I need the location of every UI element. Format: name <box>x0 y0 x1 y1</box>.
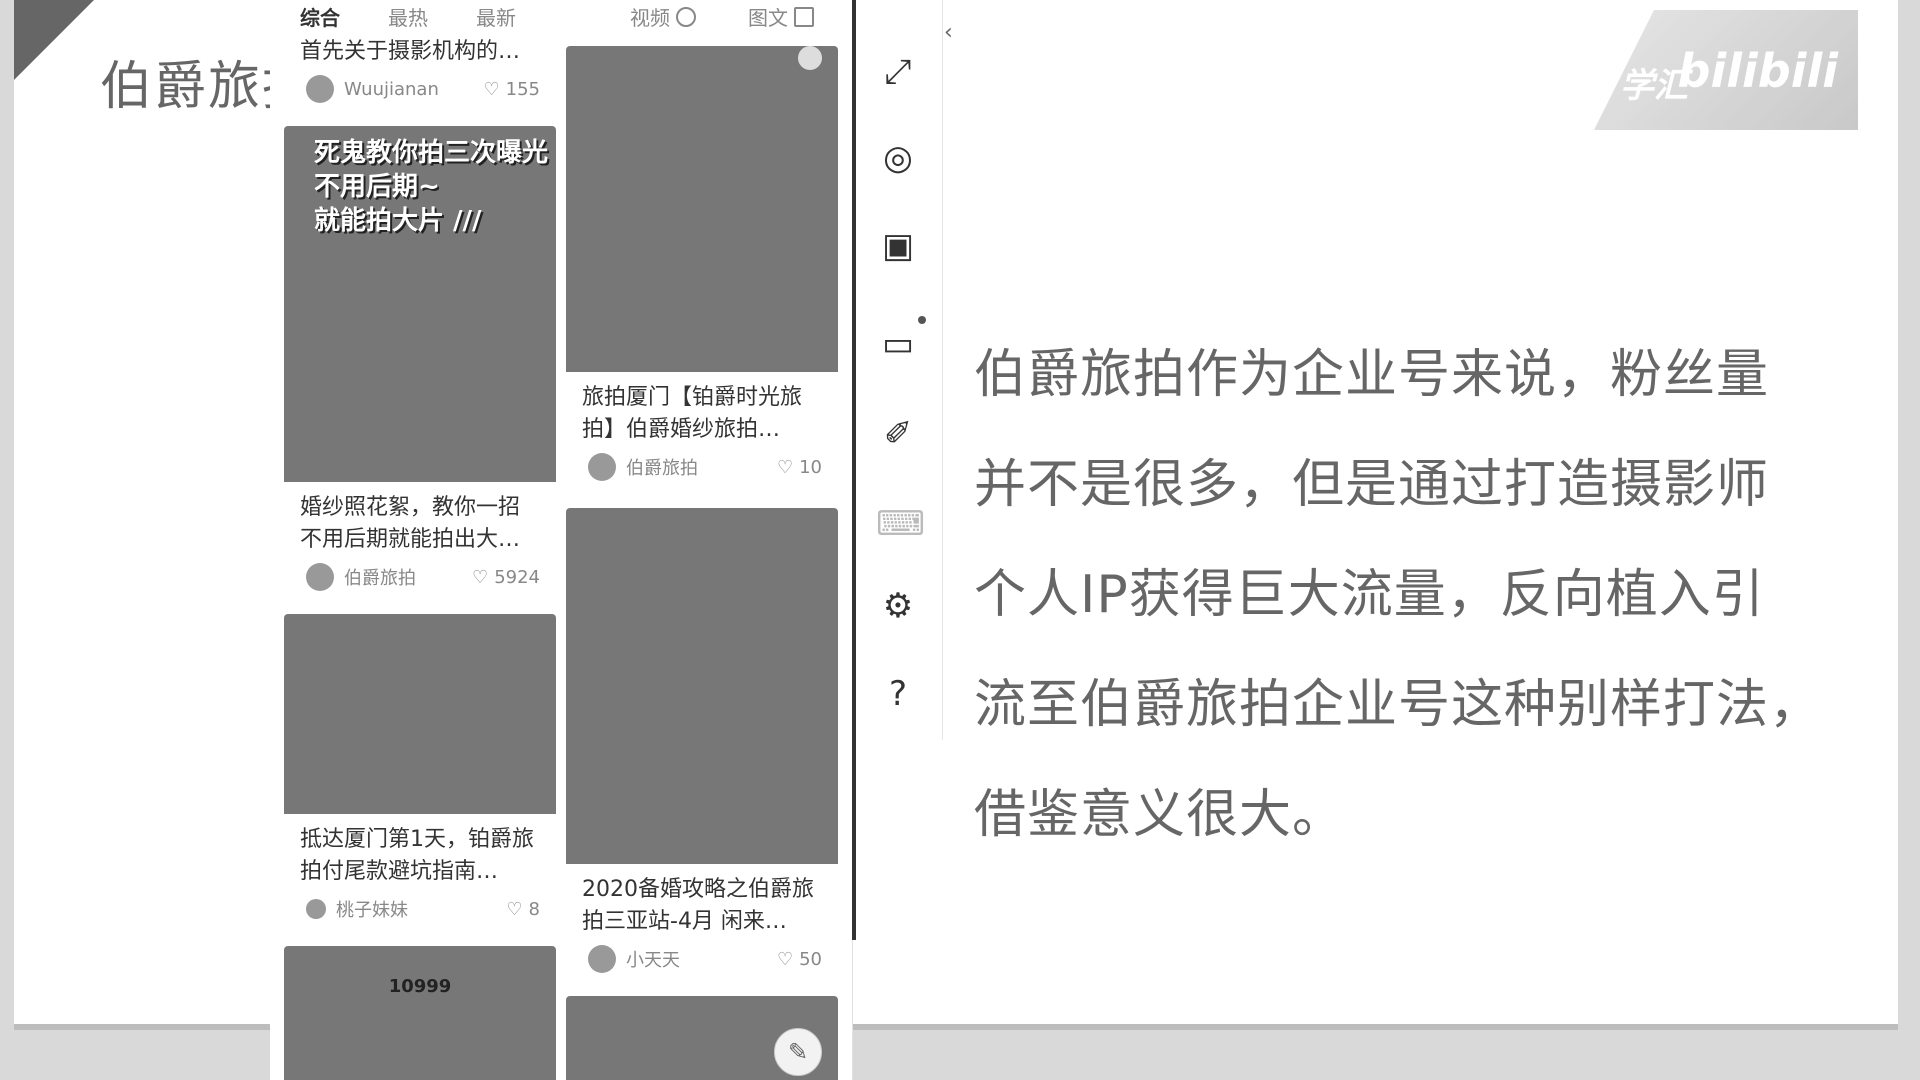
card-likes: 10 <box>799 456 822 478</box>
card-thumbnail <box>566 46 838 372</box>
bilibili-watermark: 学汇 bilibili <box>1594 10 1858 130</box>
overlay-line: 不用后期~ <box>314 172 440 202</box>
heart-icon: ♡ <box>776 948 794 970</box>
play-icon <box>676 7 696 27</box>
brush-icon[interactable]: ✐ <box>876 412 920 456</box>
heart-icon: ♡ <box>506 898 523 920</box>
card-likes: 155 <box>505 78 540 100</box>
card-likes: 50 <box>799 948 822 970</box>
avatar <box>306 899 326 919</box>
card-meta: 伯爵旅拍 ♡ 10 <box>588 452 822 482</box>
search-result-feed[interactable]: 综合 最热 最新 视频 图文 首先关于摄影机构的… Wuujianan ♡ 15… <box>270 0 853 1080</box>
side-toolbar: ⤢ ◎ ▣ ▭ ✐ ⌨ ⚙ ? <box>856 0 943 740</box>
feed-card[interactable]: 抵达厦门第1天，铂爵旅拍付尾款避坑指南… 桃子妹妹 ♡ 8 <box>284 614 556 924</box>
card-title: 抵达厦门第1天，铂爵旅拍付尾款避坑指南… <box>300 827 534 884</box>
feed-card[interactable]: 10999 <box>284 946 556 1080</box>
card-author: 桃子妹妹 <box>336 900 408 921</box>
card-author: 伯爵旅拍 <box>344 568 416 589</box>
card-thumbnail: 10999 <box>284 946 556 1080</box>
body-line: 伯爵旅拍作为企业号来说，粉丝量 <box>974 345 1770 405</box>
feed-card[interactable]: 首先关于摄影机构的… Wuujianan ♡ 155 <box>284 34 556 104</box>
heart-icon: ♡ <box>472 566 489 588</box>
avatar <box>588 453 616 481</box>
avatar <box>588 945 616 973</box>
overlay-line: 就能拍大片 /// <box>314 206 482 236</box>
collapse-arrow-icon[interactable]: ‹ <box>944 20 953 45</box>
card-thumbnail: 死鬼教你拍三次曝光 不用后期~ 就能拍大片 /// <box>284 126 556 482</box>
corner-decoration <box>14 0 94 80</box>
tab-newest[interactable]: 最新 <box>476 2 516 31</box>
tab-hottest[interactable]: 最热 <box>388 2 428 31</box>
thumbnail-overlay: 死鬼教你拍三次曝光 不用后期~ 就能拍大片 /// <box>314 136 548 238</box>
table-number: 10999 <box>388 976 452 997</box>
card-title: 婚纱照花絮，教你一招不用后期就能拍出大… <box>300 495 521 552</box>
card-title: 2020备婚攻略之伯爵旅拍三亚站-4月 闲来… <box>582 877 814 934</box>
gear-icon[interactable]: ⚙ <box>876 584 920 628</box>
avatar <box>306 563 334 591</box>
feed-tabs: 综合 最热 最新 视频 图文 <box>270 0 852 34</box>
feed-card[interactable]: 2020备婚攻略之伯爵旅拍三亚站-4月 闲来… 小天天 ♡ 50 <box>566 508 838 974</box>
card-author: Wuujianan <box>344 78 439 100</box>
keyboard-icon[interactable]: ⌨ <box>876 502 925 546</box>
screen-share-icon[interactable]: ▭ <box>876 316 926 366</box>
tab-video[interactable]: 视频 <box>630 2 696 31</box>
body-line: 流至伯爵旅拍企业号这种别样打法， <box>974 675 1823 735</box>
help-icon[interactable]: ? <box>876 672 920 716</box>
body-line: 借鉴意义很大。 <box>974 785 1346 845</box>
watermark-text: bilibili <box>1677 44 1838 98</box>
card-title: 首先关于摄影机构的… <box>300 39 521 64</box>
feed-card[interactable]: ✎ <box>566 996 838 1080</box>
card-author: 小天天 <box>626 950 680 971</box>
tab-video-label: 视频 <box>630 6 670 30</box>
card-author: 伯爵旅拍 <box>626 458 698 479</box>
expand-icon[interactable]: ⤢ <box>876 50 920 94</box>
tab-image-text[interactable]: 图文 <box>748 2 814 31</box>
play-badge-icon <box>798 46 822 70</box>
card-meta: 桃子妹妹 ♡ 8 <box>306 894 540 924</box>
card-thumbnail <box>284 614 556 814</box>
card-thumbnail: ✎ <box>566 996 838 1080</box>
card-meta: Wuujianan ♡ 155 <box>306 74 540 104</box>
card-meta: 伯爵旅拍 ♡ 5924 <box>306 562 540 592</box>
card-thumbnail <box>566 508 838 864</box>
heart-icon: ♡ <box>776 456 794 478</box>
tab-image-text-label: 图文 <box>748 6 788 30</box>
slide-body: 伯爵旅拍作为企业号来说，粉丝量 并不是很多，但是通过打造摄影师 个人IP获得巨大… <box>974 320 1854 870</box>
card-title: 旅拍厦门【铂爵时光旅拍】伯爵婚纱旅拍… <box>582 385 803 442</box>
feed-card[interactable]: 死鬼教你拍三次曝光 不用后期~ 就能拍大片 /// 婚纱照花絮，教你一招不用后期… <box>284 126 556 592</box>
tab-comprehensive[interactable]: 综合 <box>300 2 340 31</box>
avatar <box>306 75 334 103</box>
body-line: 个人IP获得巨大流量，反向植入引 <box>974 565 1765 625</box>
feed-card[interactable]: 旅拍厦门【铂爵时光旅拍】伯爵婚纱旅拍… 伯爵旅拍 ♡ 10 <box>566 46 838 482</box>
body-line: 并不是很多，但是通过打造摄影师 <box>974 455 1770 515</box>
overlay-line: 死鬼教你拍三次曝光 <box>314 138 549 168</box>
card-likes: 8 <box>528 898 540 920</box>
video-camera-icon[interactable]: ▣ <box>876 224 920 268</box>
edit-icon[interactable]: ✎ <box>774 1028 822 1076</box>
card-meta: 小天天 ♡ 50 <box>588 944 822 974</box>
card-likes: 5924 <box>494 566 540 588</box>
image-icon <box>794 7 814 27</box>
camera-icon[interactable]: ◎ <box>876 136 920 180</box>
heart-icon: ♡ <box>483 78 500 100</box>
notification-dot <box>918 316 926 324</box>
